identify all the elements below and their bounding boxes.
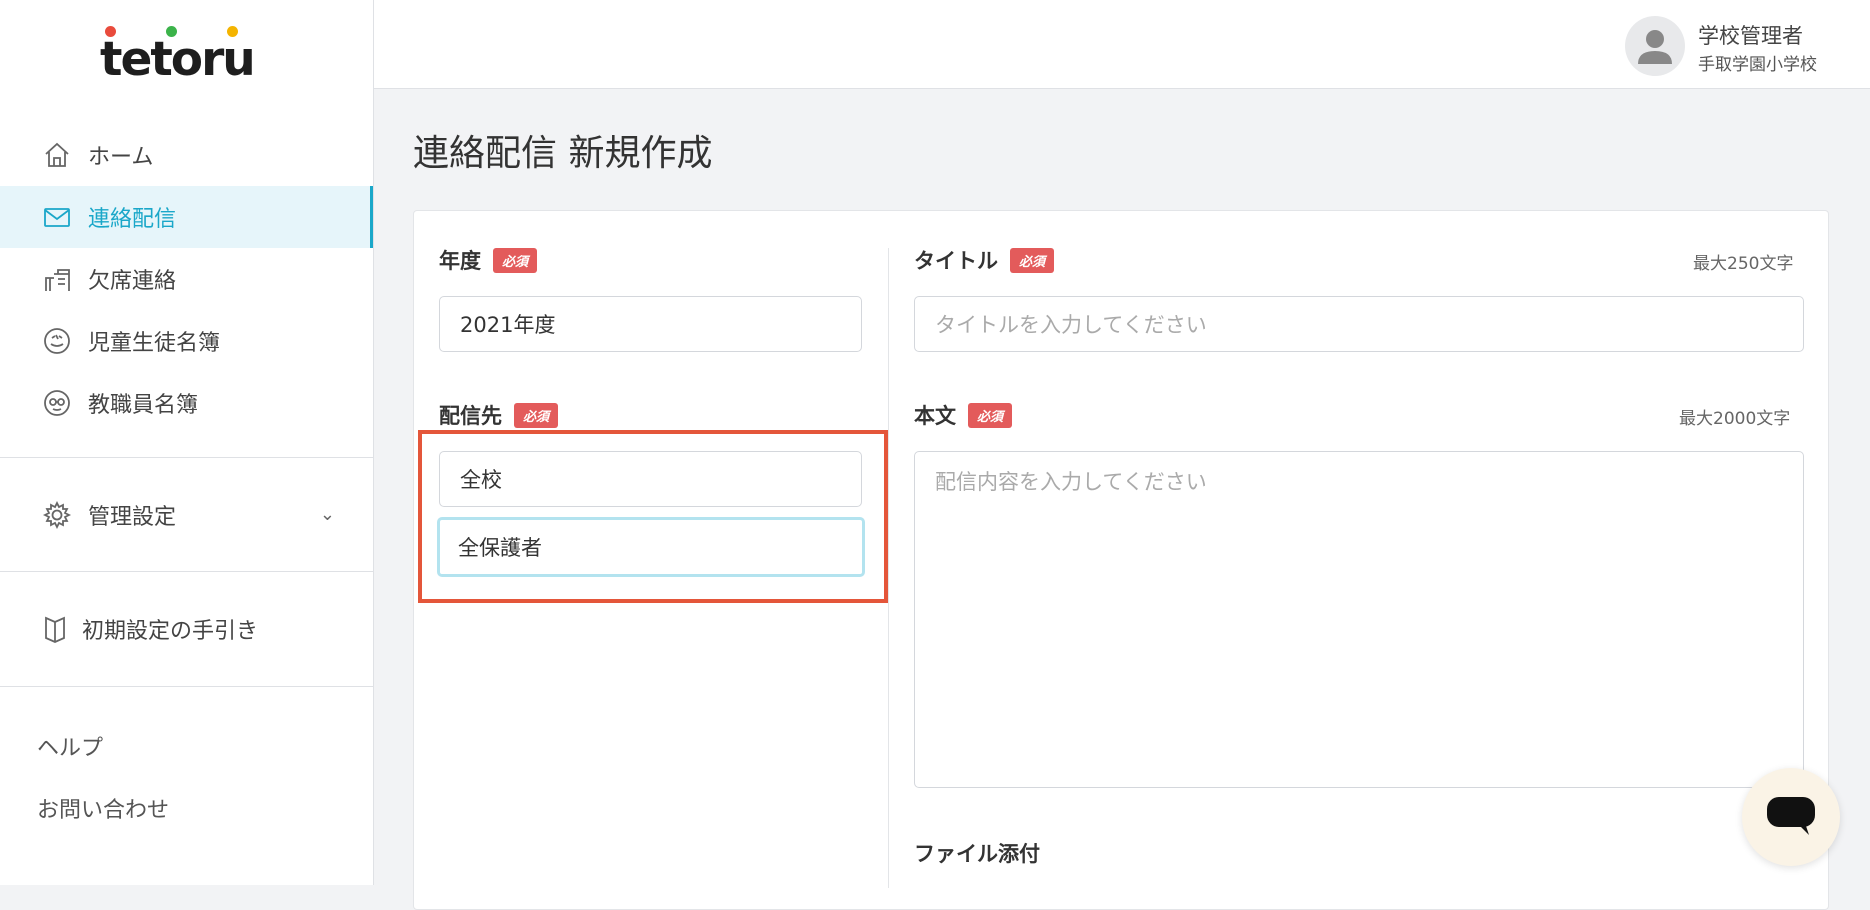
sidebar: tetoru ホーム 連絡配信 欠席連絡 児童生徒名簿 教職員名簿 管理設定 ⌄… (0, 0, 374, 885)
year-label: 年度 必須 (439, 245, 538, 275)
user-role: 学校管理者 (1698, 24, 1803, 48)
title-max-length: 最大250文字 (1693, 254, 1794, 274)
title-input[interactable]: タイトルを入力してください (914, 296, 1804, 352)
sidebar-divider (0, 457, 373, 458)
sidebar-item-label: ホーム (88, 145, 154, 170)
body-label: 本文 必須 (914, 400, 1013, 430)
chevron-down-icon[interactable]: ⌄ (320, 504, 335, 525)
gear-icon (40, 498, 74, 532)
sidebar-item-guide[interactable]: 初期設定の手引き (0, 598, 373, 660)
logo-text: tetoru (100, 32, 256, 87)
sidebar-item-home[interactable]: ホーム (0, 124, 373, 186)
attachment-label: ファイル添付 (914, 838, 1040, 868)
column-divider (888, 248, 889, 888)
contact-link[interactable]: お問い合わせ (37, 792, 169, 824)
required-badge: 必須 (1010, 247, 1055, 273)
tetoru-logo[interactable]: tetoru (100, 26, 280, 87)
sidebar-item-label: 児童生徒名簿 (88, 331, 221, 356)
sidebar-item-absence[interactable]: 欠席連絡 (0, 248, 373, 310)
sidebar-nav: ホーム 連絡配信 欠席連絡 児童生徒名簿 教職員名簿 (0, 124, 373, 434)
sidebar-divider (0, 686, 373, 687)
help-link[interactable]: ヘルプ (37, 730, 103, 762)
avatar[interactable] (1625, 16, 1685, 76)
sidebar-item-label: 欠席連絡 (88, 269, 177, 294)
page-title: 連絡配信 新規作成 (413, 133, 713, 174)
sidebar-item-settings[interactable]: 管理設定 ⌄ (0, 484, 373, 546)
book-icon (40, 612, 70, 646)
sidebar-item-label: 管理設定 (88, 505, 177, 530)
student-face-icon (40, 324, 74, 358)
required-badge: 必須 (493, 247, 538, 273)
sidebar-item-label: 連絡配信 (88, 207, 177, 232)
title-label-text: タイトル (914, 249, 998, 273)
mail-icon (40, 200, 74, 234)
body-label-text: 本文 (914, 404, 956, 428)
chat-bubble-icon (1765, 793, 1817, 841)
body-max-length: 最大2000文字 (1679, 409, 1791, 429)
recipient-select-school[interactable]: 全校 (439, 451, 862, 507)
sidebar-item-notifications[interactable]: 連絡配信 (0, 186, 373, 248)
user-school: 手取学園小学校 (1698, 55, 1817, 75)
attachment-label-text: ファイル添付 (914, 842, 1040, 866)
home-icon (40, 138, 74, 172)
sidebar-item-label: 教職員名簿 (88, 393, 199, 418)
required-badge: 必須 (514, 402, 559, 428)
year-label-text: 年度 (439, 249, 481, 273)
recipient-label: 配信先 必須 (439, 400, 559, 430)
desk-icon (40, 262, 74, 296)
chat-button[interactable] (1742, 768, 1840, 866)
recipient-label-text: 配信先 (439, 404, 502, 428)
title-label: タイトル 必須 (914, 245, 1055, 275)
year-select[interactable]: 2021年度 (439, 296, 862, 352)
recipient-select-guardians[interactable]: 全保護者 (437, 517, 865, 577)
sidebar-item-label: 初期設定の手引き (82, 619, 259, 644)
required-badge: 必須 (968, 402, 1013, 428)
body-textarea[interactable]: 配信内容を入力してください (914, 451, 1804, 788)
teacher-face-icon (40, 386, 74, 420)
sidebar-item-students[interactable]: 児童生徒名簿 (0, 310, 373, 372)
sidebar-divider (0, 571, 373, 572)
sidebar-item-teachers[interactable]: 教職員名簿 (0, 372, 373, 434)
